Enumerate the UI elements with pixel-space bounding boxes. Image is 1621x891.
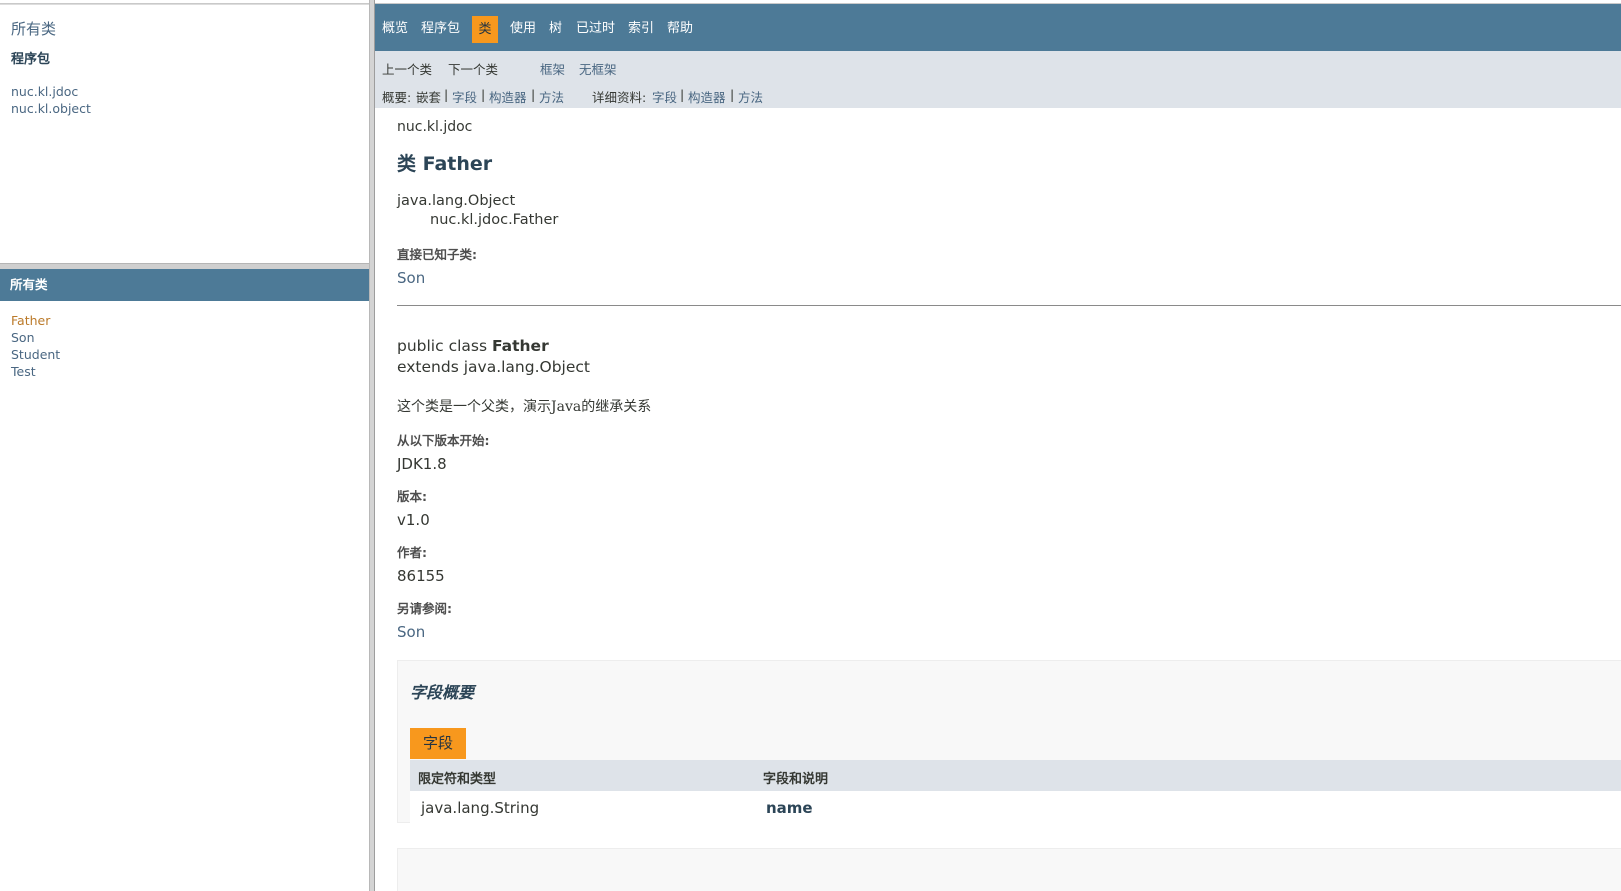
nav-deprecated[interactable]: 已过时 [576,4,615,51]
package-list-frame: 所有类 程序包 nuc.kl.jdoc nuc.kl.object [0,4,369,264]
nav-index[interactable]: 索引 [628,4,654,51]
packages-heading: 程序包 [11,52,51,67]
class-declaration: public class Father [397,337,549,355]
nav-package[interactable]: 程序包 [421,4,460,51]
next-class-link[interactable]: 下一个类 [448,59,498,78]
since-label: 从以下版本开始: [397,433,490,448]
class-list: Father Son Student Test [11,312,60,380]
declaration-class-name: Father [491,337,549,355]
separator: | [444,87,449,102]
author-label: 作者: [397,545,427,560]
version-value: v1.0 [397,511,430,529]
table-row: java.lang.String name [410,791,1621,824]
nav-overview[interactable]: 概览 [382,4,408,51]
subclass-son-link[interactable]: Son [397,269,425,287]
package-name: nuc.kl.jdoc [397,119,473,135]
nav-help[interactable]: 帮助 [667,4,693,51]
summary-nested: 嵌套 [416,90,442,105]
top-navbar: 概览 程序包 类 使用 树 已过时 索引 帮助 [375,4,1621,51]
class-content-frame: 概览 程序包 类 使用 树 已过时 索引 帮助 上一个类 下一个类 框架 无框架… [375,4,1621,891]
all-classes-heading: 所有类 [0,269,369,301]
class-link-son[interactable]: Son [11,329,60,346]
inheritance-class: nuc.kl.jdoc.Father [430,212,559,228]
inheritance-root: java.lang.Object [397,193,516,209]
summary-method-link[interactable]: 方法 [539,87,564,106]
class-description: 这个类是一个父类，演示Java的继承关系 [397,399,652,415]
sub-navbar: 上一个类 下一个类 框架 无框架 概要: 嵌套 | 字段 | 构造器 | 方法 … [375,51,1621,108]
detail-label: 详细资料: [592,90,647,105]
version-label: 版本: [397,489,427,504]
summary-constructor-link[interactable]: 构造器 [489,87,527,106]
next-summary-section [397,848,1621,891]
since-value: JDK1.8 [397,455,447,473]
field-tab: 字段 [410,728,466,759]
detail-constructor-link[interactable]: 构造器 [688,87,726,106]
package-list: nuc.kl.jdoc nuc.kl.object [11,83,91,117]
see-also-label: 另请参阅: [397,601,452,616]
package-link-nuc-kl-object[interactable]: nuc.kl.object [11,100,91,117]
field-summary-title: 字段概要 [410,683,475,702]
class-link-father[interactable]: Father [11,312,60,329]
summary-field-link[interactable]: 字段 [452,87,477,106]
page-title: 类 Father [397,153,493,175]
class-extends: extends java.lang.Object [397,358,590,376]
prev-class-link[interactable]: 上一个类 [382,59,432,78]
author-value: 86155 [397,567,445,585]
no-frames-link[interactable]: 无框架 [579,59,617,78]
field-table-header: 限定符和类型 字段和说明 [410,760,1621,791]
subclasses-label: 直接已知子类: [397,247,477,262]
declaration-prefix: public class [397,337,492,355]
summary-label: 概要: [382,90,412,105]
class-list-frame: 所有类 Father Son Student Test [0,269,369,891]
nav-tree[interactable]: 树 [549,4,562,51]
divider [397,305,1621,306]
separator: | [531,87,536,102]
separator: | [730,87,735,102]
class-link-test[interactable]: Test [11,363,60,380]
detail-field-link[interactable]: 字段 [652,87,677,106]
see-also-son-link[interactable]: Son [397,623,425,641]
column-header-modifier-type: 限定符和类型 [418,772,497,787]
field-type: java.lang.String [421,799,540,817]
column-header-field-description: 字段和说明 [763,772,829,787]
all-classes-link[interactable]: 所有类 [11,18,56,39]
field-name-link[interactable]: name [766,799,813,817]
detail-method-link[interactable]: 方法 [738,87,763,106]
separator: | [481,87,486,102]
class-link-student[interactable]: Student [11,346,60,363]
separator: | [680,87,685,102]
frames-link[interactable]: 框架 [540,59,565,78]
nav-use[interactable]: 使用 [510,4,536,51]
nav-class-selected: 类 [472,16,498,43]
field-summary-section: 字段概要 字段 限定符和类型 字段和说明 java.lang.String na… [397,660,1621,824]
package-link-nuc-kl-jdoc[interactable]: nuc.kl.jdoc [11,83,91,100]
